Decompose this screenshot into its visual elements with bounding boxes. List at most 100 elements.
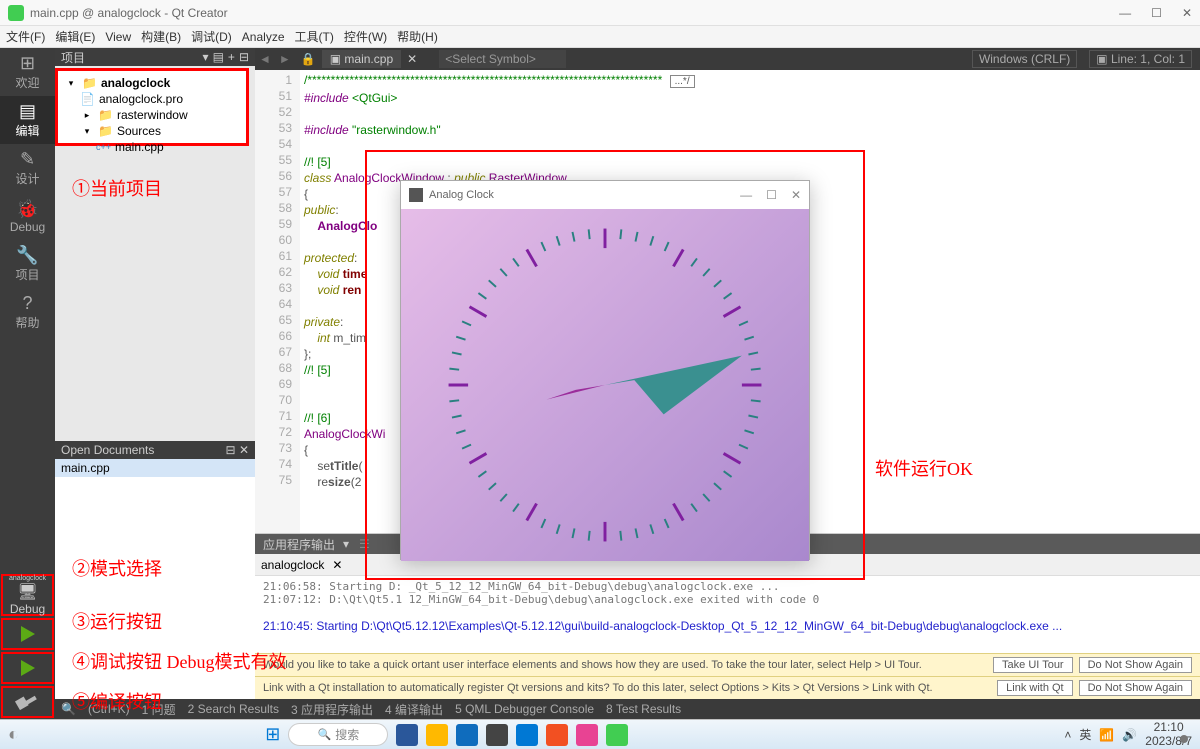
play-icon [21, 660, 35, 676]
bug-overlay-icon [1180, 735, 1188, 743]
mode-edit[interactable]: ▤编辑 [0, 96, 55, 144]
menu-tools[interactable]: 工具(T) [295, 28, 334, 45]
close-icon[interactable]: ✕ [791, 188, 801, 202]
windows-start-icon[interactable]: ⊞ [265, 724, 280, 745]
status-item[interactable]: 2 Search Results [188, 702, 279, 716]
status-item[interactable]: 3 应用程序输出 [291, 701, 373, 718]
forward-icon[interactable]: ► [275, 52, 295, 66]
output-tab[interactable]: 应用程序输出 [255, 536, 343, 553]
status-item[interactable]: 8 Test Results [606, 702, 681, 716]
annotation-4: ④调试按钮 Debug模式有效 [72, 648, 287, 674]
output-run-name: analogclock [261, 558, 324, 572]
close-icon[interactable]: ✕ [239, 443, 249, 457]
open-doc-item[interactable]: main.cpp [55, 459, 255, 477]
chevron-up-icon[interactable]: ˄ [1064, 728, 1071, 742]
help-icon: ? [22, 293, 32, 314]
notification-tour: Would you like to take a quick ortant us… [255, 653, 1200, 676]
menu-bar[interactable]: 文件(F) 编辑(E) View 构建(B) 调试(D) Analyze 工具(… [0, 26, 1200, 48]
clock-time[interactable]: 21:10 [1145, 721, 1192, 734]
dismiss-button[interactable]: Do Not Show Again [1079, 680, 1192, 696]
taskbar-app-icon[interactable] [516, 724, 538, 746]
menu-file[interactable]: 文件(F) [6, 28, 45, 45]
split-icon[interactable]: ⊟ [239, 50, 249, 64]
menu-view[interactable]: View [105, 30, 131, 44]
taskbar-app-icon[interactable] [546, 724, 568, 746]
project-panel: 项目 ▾ ▤ + ⊟ ▾📁analogclock 📄analogclock.pr… [55, 48, 255, 699]
taskbar-search[interactable]: 🔍 搜索 [288, 723, 388, 746]
menu-analyze[interactable]: Analyze [242, 30, 285, 44]
dropdown-icon[interactable]: ▾ [203, 50, 209, 64]
taskbar-app-icon[interactable] [456, 724, 478, 746]
fold-marker: ...*/ [670, 75, 695, 88]
status-item[interactable]: 4 编译输出 [385, 701, 443, 718]
ime-indicator[interactable]: 英 [1079, 726, 1091, 743]
volume-icon[interactable]: 🔊 [1122, 728, 1137, 742]
wrench-icon: 🔧 [16, 245, 38, 266]
encoding-selector[interactable]: Windows (CRLF) [972, 50, 1077, 68]
back-icon[interactable]: ◄ [255, 52, 275, 66]
take-tour-button[interactable]: Take UI Tour [993, 657, 1073, 673]
output-content[interactable]: 21:06:58: Starting D: _Qt_5_12_12_MinGW_… [255, 576, 1200, 653]
editor-tab[interactable]: ▣ main.cpp [322, 50, 401, 68]
run-button[interactable] [1, 618, 54, 650]
taskbar-app-icon[interactable] [426, 724, 448, 746]
clock-title-bar[interactable]: Analog Clock — ☐ ✕ [401, 181, 809, 209]
link-qt-button[interactable]: Link with Qt [997, 680, 1072, 696]
minute-hand [605, 356, 742, 415]
split-icon[interactable]: ⊟ [226, 443, 236, 457]
windows-taskbar[interactable]: ◐ ⊞ 🔍 搜索 ˄ 英 📶 🔊 21:10 2023/8/7 [0, 719, 1200, 749]
window-controls[interactable]: — ☐ ✕ [1119, 6, 1192, 20]
collapse-icon[interactable]: ▾ [80, 124, 94, 138]
mode-help[interactable]: ?帮助 [0, 288, 55, 336]
menu-build[interactable]: 构建(B) [141, 28, 181, 45]
clock-window-title: Analog Clock [429, 189, 740, 201]
mode-project[interactable]: 🔧项目 [0, 240, 55, 288]
expand-icon[interactable]: ▸ [80, 108, 94, 122]
debug-run-button[interactable] [1, 652, 54, 684]
clock-face [401, 209, 809, 561]
add-icon[interactable]: + [228, 50, 235, 64]
menu-widgets[interactable]: 控件(W) [344, 28, 387, 45]
mode-debug[interactable]: 🐞Debug [0, 192, 55, 240]
status-item[interactable]: 5 QML Debugger Console [455, 702, 594, 716]
taskbar-app-icon[interactable] [486, 724, 508, 746]
hour-hand [546, 385, 605, 400]
tree-item[interactable]: Sources [117, 124, 161, 138]
taskbar-app-icon[interactable] [396, 724, 418, 746]
lock-icon[interactable]: 🔒 [301, 52, 316, 66]
folder-icon: 📁 [98, 124, 113, 138]
grid-icon: ⊞ [20, 53, 35, 74]
close-icon[interactable]: ✕ [1182, 6, 1192, 20]
analog-clock-window[interactable]: Analog Clock — ☐ ✕ [400, 180, 810, 560]
taskbar-app-icon[interactable] [576, 724, 598, 746]
mode-welcome[interactable]: ⊞欢迎 [0, 48, 55, 96]
minimize-icon[interactable]: — [1119, 6, 1131, 20]
build-button[interactable] [1, 686, 54, 718]
menu-edit[interactable]: 编辑(E) [55, 28, 95, 45]
close-icon[interactable]: ✕ [332, 558, 342, 572]
minimize-icon[interactable]: — [740, 188, 752, 202]
maximize-icon[interactable]: ☐ [766, 188, 777, 202]
collapse-icon[interactable]: ▾ [64, 76, 78, 90]
mode-design[interactable]: ✎设计 [0, 144, 55, 192]
dismiss-button[interactable]: Do Not Show Again [1079, 657, 1192, 673]
project-header: 项目 ▾ ▤ + ⊟ [55, 48, 255, 66]
project-header-label: 项目 [61, 49, 85, 66]
tree-item[interactable]: analogclock.pro [99, 92, 183, 106]
tree-item[interactable]: rasterwindow [117, 108, 188, 122]
filter-icon[interactable]: ▤ [213, 50, 224, 64]
kit-selector[interactable]: analogclock 🖥 Debug [1, 574, 54, 616]
maximize-icon[interactable]: ☐ [1151, 6, 1162, 20]
wifi-icon[interactable]: 📶 [1099, 728, 1114, 742]
menu-debug[interactable]: 调试(D) [191, 28, 232, 45]
play-icon [21, 626, 35, 642]
filter-icon[interactable]: ☰ [359, 537, 370, 551]
menu-help[interactable]: 帮助(H) [397, 28, 438, 45]
monitor-icon: 🖥 [17, 582, 37, 602]
browser-icon[interactable]: ◐ [8, 724, 19, 745]
project-tree[interactable]: ▾📁analogclock 📄analogclock.pro ▸📁rasterw… [55, 68, 249, 146]
dropdown-icon[interactable]: ▾ [343, 537, 349, 551]
symbol-selector[interactable]: <Select Symbol> [439, 50, 566, 68]
close-tab-icon[interactable]: ✕ [401, 52, 423, 66]
taskbar-app-icon[interactable] [606, 724, 628, 746]
